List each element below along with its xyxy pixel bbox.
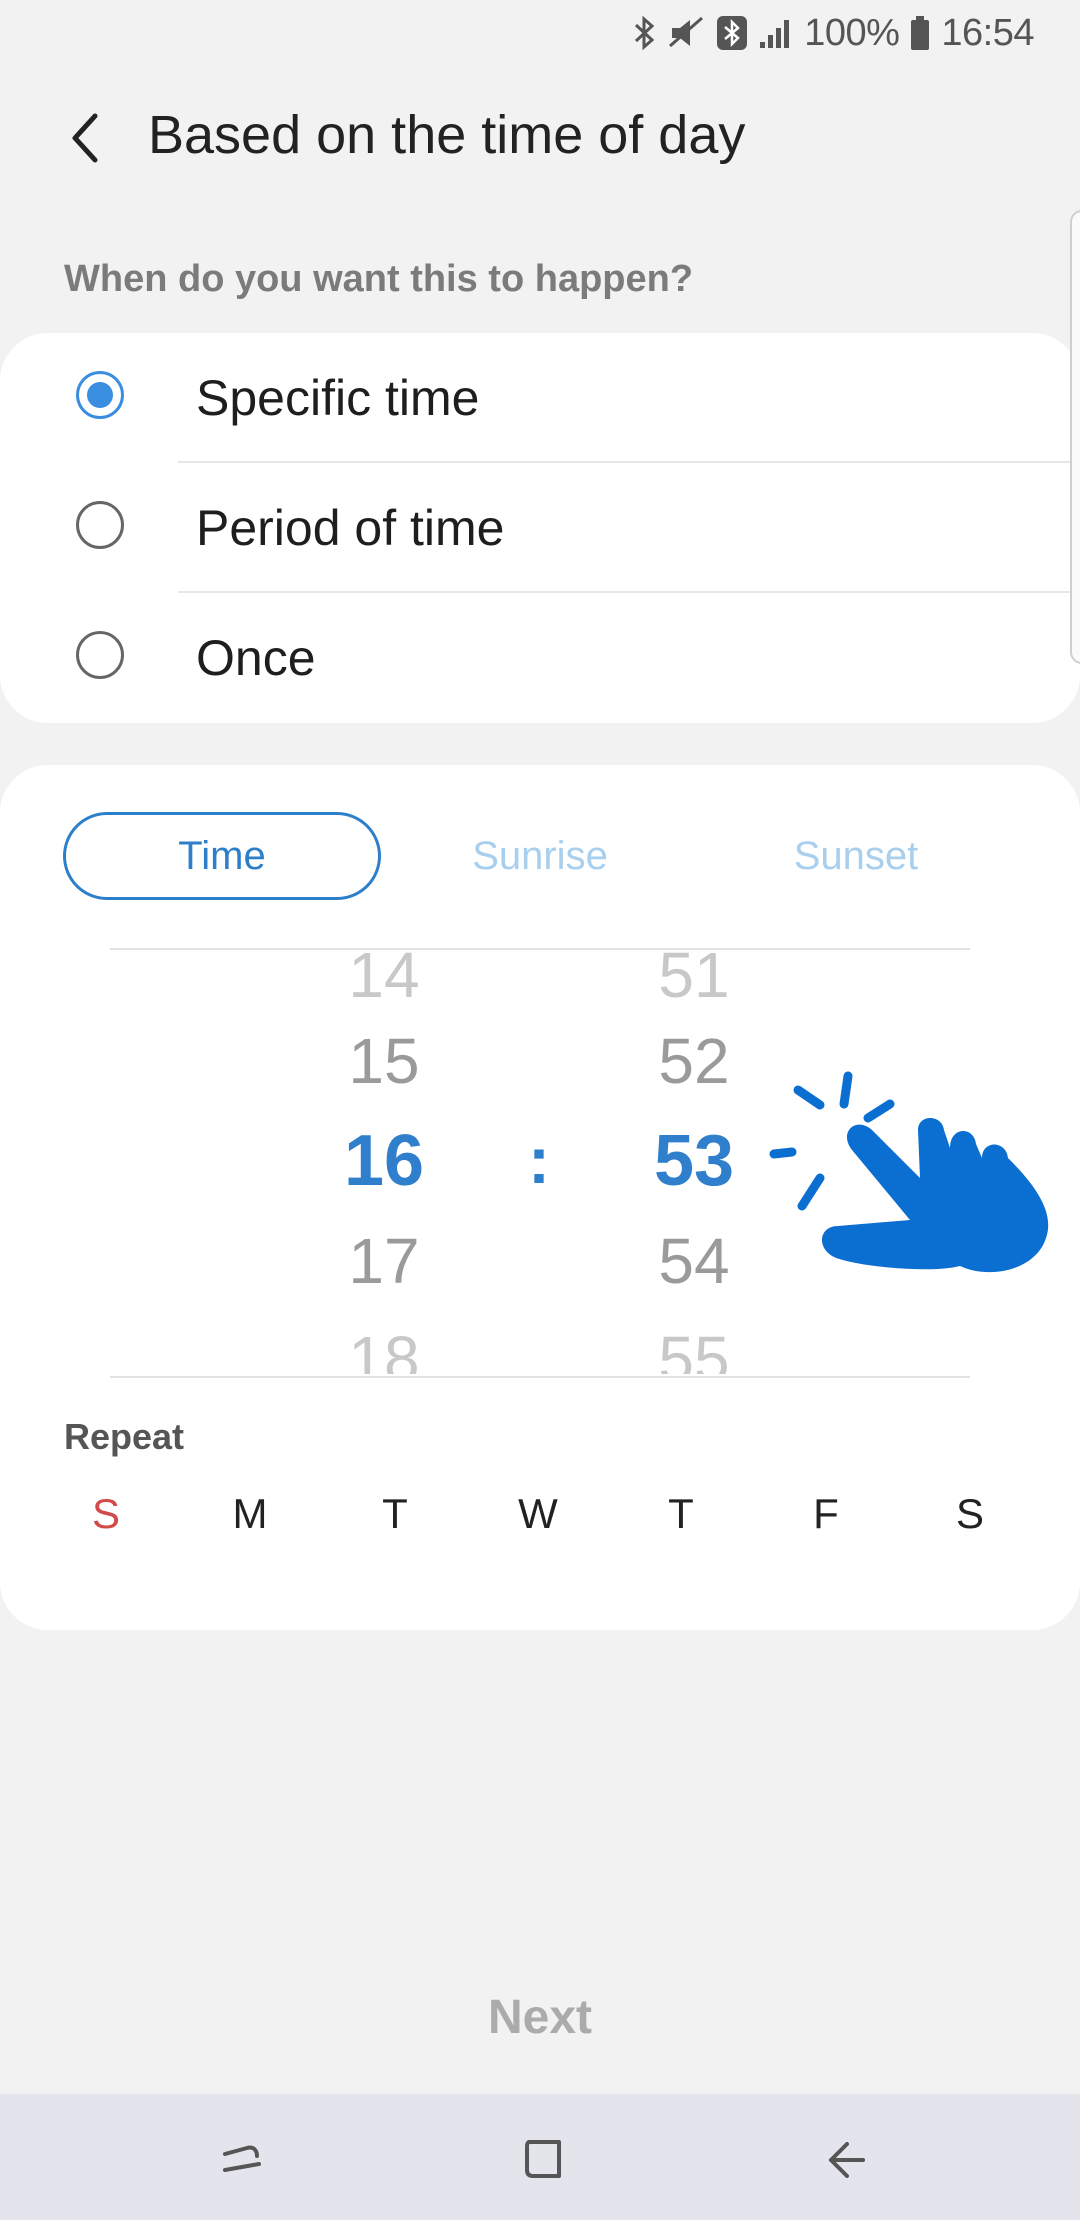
recent-apps-icon bbox=[223, 2145, 261, 2172]
day-saturday[interactable]: S bbox=[930, 1490, 1010, 1538]
radio-period-of-time[interactable] bbox=[76, 501, 124, 549]
battery-icon bbox=[909, 15, 931, 51]
hour-value: 14 bbox=[348, 950, 420, 1011]
option-label: Period of time bbox=[196, 500, 505, 556]
mute-vibrate-icon bbox=[668, 16, 706, 50]
time-separator: : bbox=[528, 1123, 550, 1197]
option-label: Specific time bbox=[196, 370, 480, 426]
hour-wheel[interactable]: 14 15 16 17 18 bbox=[304, 950, 464, 1374]
tab-sunset[interactable]: Sunset bbox=[716, 812, 996, 900]
day-wednesday[interactable]: W bbox=[498, 1490, 578, 1538]
hour-value: 17 bbox=[348, 1225, 420, 1297]
tap-hand-icon bbox=[769, 1071, 1049, 1273]
recent-apps-button[interactable] bbox=[202, 2124, 282, 2194]
selected-hour: 16 bbox=[343, 1121, 425, 1201]
minute-value: 54 bbox=[658, 1225, 730, 1297]
back-button[interactable] bbox=[50, 98, 120, 178]
chevron-left-icon bbox=[72, 113, 98, 163]
repeat-label: Repeat bbox=[64, 1416, 185, 1457]
edge-panel-handle[interactable] bbox=[1070, 210, 1080, 664]
day-sunday[interactable]: S bbox=[66, 1490, 146, 1538]
hour-value: 18 bbox=[348, 1323, 420, 1374]
picker-bottom-line bbox=[110, 1376, 970, 1378]
option-period-of-time[interactable]: Period of time bbox=[0, 463, 1080, 593]
page-title: Based on the time of day bbox=[148, 105, 746, 165]
back-arrow-icon bbox=[829, 2142, 865, 2178]
home-icon bbox=[525, 2140, 561, 2178]
bluetooth-icon bbox=[632, 16, 658, 50]
back-nav-button[interactable] bbox=[806, 2124, 886, 2194]
bluetooth-box-icon bbox=[716, 15, 748, 51]
option-label: Once bbox=[196, 630, 316, 686]
radio-once[interactable] bbox=[76, 631, 124, 679]
status-bar: 100% 16:54 bbox=[0, 0, 1080, 66]
day-tuesday[interactable]: T bbox=[355, 1490, 435, 1538]
options-card: Specific time Period of time Once bbox=[0, 333, 1080, 723]
day-friday[interactable]: F bbox=[786, 1490, 866, 1538]
option-once[interactable]: Once bbox=[0, 593, 1080, 723]
minute-value: 52 bbox=[658, 1025, 730, 1097]
battery-percent: 100% bbox=[804, 11, 900, 54]
tab-time[interactable]: Time bbox=[63, 812, 381, 900]
day-monday[interactable]: M bbox=[210, 1490, 290, 1538]
clock: 16:54 bbox=[941, 11, 1034, 54]
question-label: When do you want this to happen? bbox=[64, 258, 694, 300]
minute-wheel[interactable]: 51 52 53 54 55 bbox=[614, 950, 774, 1374]
next-button[interactable]: Next bbox=[0, 1990, 1080, 2045]
picker-top-line bbox=[110, 948, 970, 950]
minute-value: 55 bbox=[658, 1323, 730, 1374]
option-specific-time[interactable]: Specific time bbox=[0, 333, 1080, 463]
hour-value: 15 bbox=[348, 1025, 420, 1097]
home-button[interactable] bbox=[504, 2124, 584, 2194]
signal-icon bbox=[758, 16, 794, 50]
status-icons: 100% 16:54 bbox=[632, 8, 1034, 58]
day-thursday[interactable]: T bbox=[641, 1490, 721, 1538]
radio-specific-time[interactable] bbox=[76, 371, 124, 419]
tab-sunrise[interactable]: Sunrise bbox=[400, 812, 680, 900]
minute-value: 51 bbox=[658, 950, 730, 1011]
selected-minute: 53 bbox=[653, 1121, 735, 1201]
